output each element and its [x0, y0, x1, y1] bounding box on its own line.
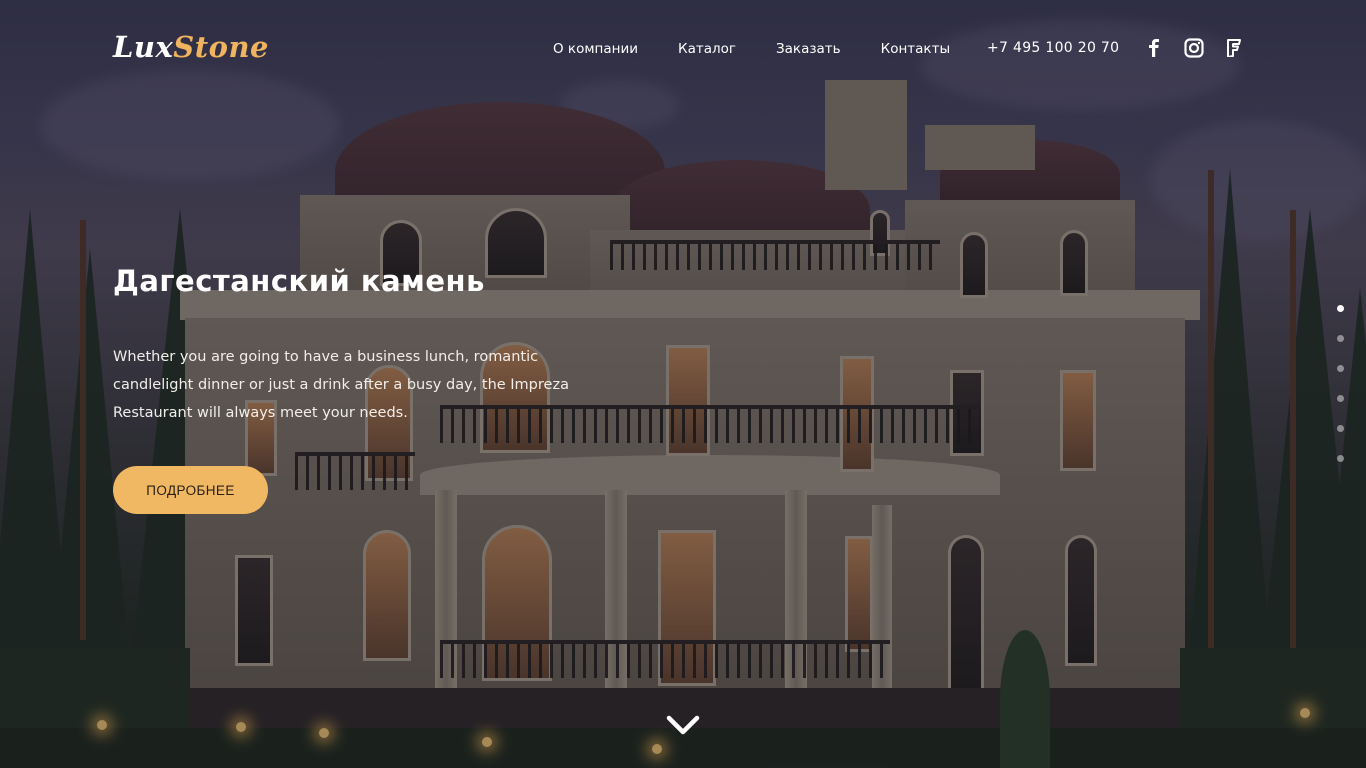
hero-section: LuxStone О компании Каталог Заказать Кон… [0, 0, 1366, 768]
main-nav: О компании Каталог Заказать Контакты [553, 41, 990, 57]
nav-item-order[interactable]: Заказать [776, 41, 841, 57]
scroll-down-chevron-icon[interactable] [666, 713, 700, 737]
foursquare-icon[interactable] [1224, 38, 1244, 58]
nav-item-catalog[interactable]: Каталог [678, 41, 736, 57]
instagram-icon[interactable] [1184, 38, 1204, 58]
slide-dot-3[interactable] [1337, 365, 1344, 372]
hero-title: Дагестанский камень [113, 264, 485, 298]
nav-item-contacts[interactable]: Контакты [881, 41, 950, 57]
slider-pagination [1337, 305, 1344, 485]
facebook-icon[interactable] [1144, 38, 1164, 58]
phone-number[interactable]: +7 495 100 20 70 [987, 40, 1119, 56]
slide-dot-1[interactable] [1337, 305, 1344, 312]
slide-dot-6[interactable] [1337, 455, 1344, 462]
slide-dot-5[interactable] [1337, 425, 1344, 432]
logo-part-stone: Stone [173, 30, 269, 64]
logo[interactable]: LuxStone [113, 30, 269, 64]
logo-part-lux: Lux [113, 30, 174, 64]
slide-dot-4[interactable] [1337, 395, 1344, 402]
hero-description: Whether you are going to have a business… [113, 349, 569, 421]
slide-dot-2[interactable] [1337, 335, 1344, 342]
more-button[interactable]: ПОДРОБНЕЕ [113, 466, 268, 514]
nav-item-about[interactable]: О компании [553, 41, 638, 57]
